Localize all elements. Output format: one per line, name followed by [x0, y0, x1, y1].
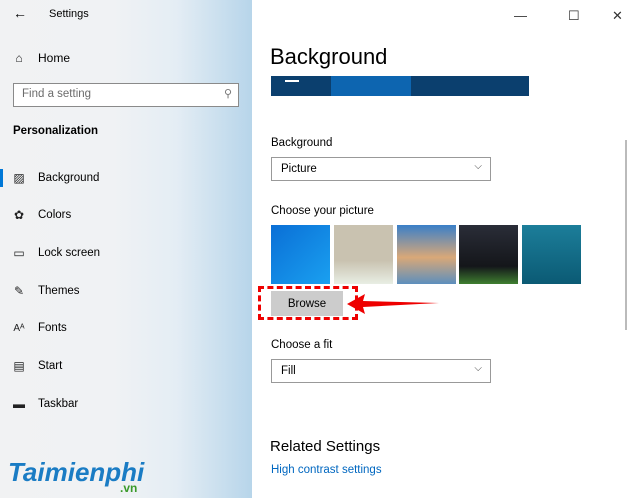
close-button[interactable]: ✕ [612, 8, 623, 24]
sidebar-item-start[interactable]: ▤ Start [0, 351, 252, 381]
sidebar-item-fonts[interactable]: Aᴬ Fonts [0, 313, 252, 343]
sidebar-item-themes[interactable]: ✎ Themes [0, 276, 252, 306]
minimize-button[interactable]: — [514, 8, 527, 23]
search-input[interactable]: Find a setting ⚲ [13, 83, 239, 107]
background-preview [271, 76, 529, 96]
lock-screen-icon: ▭ [13, 246, 25, 260]
picture-thumb-xoem[interactable] [334, 225, 393, 284]
choose-fit-label: Choose a fit [271, 339, 333, 351]
taskbar-icon: ▬ [13, 397, 25, 411]
scrollbar[interactable] [625, 140, 627, 330]
back-arrow-icon[interactable]: ← [13, 5, 27, 21]
palette-icon: ✿ [13, 208, 25, 222]
background-label: Background [271, 137, 333, 149]
sidebar-item-colors[interactable]: ✿ Colors [0, 200, 252, 230]
sidebar-item-lock-screen[interactable]: ▭ Lock screen [0, 238, 252, 268]
picture-icon: ▨ [13, 171, 25, 185]
high-contrast-link[interactable]: High contrast settings [271, 464, 382, 476]
picture-thumb-windows[interactable] [271, 225, 330, 284]
sidebar-item-home[interactable]: ⌂ Home [0, 43, 252, 73]
annotation-highlight [258, 286, 358, 320]
maximize-button[interactable]: ☐ [568, 8, 580, 24]
choose-picture-label: Choose your picture [271, 205, 374, 217]
chevron-down-icon: ⌵ [474, 363, 482, 374]
section-heading: Personalization [13, 125, 98, 137]
sidebar-item-background[interactable]: ▨ Background [0, 163, 252, 193]
page-title: Background [270, 44, 388, 69]
related-settings-heading: Related Settings [270, 438, 381, 455]
picture-thumb-beach[interactable] [397, 225, 456, 284]
background-dropdown[interactable]: Picture ⌵ [271, 157, 491, 181]
annotation-arrow-icon [347, 294, 439, 314]
search-icon: ⚲ [223, 88, 232, 100]
sidebar: ← Settings ⌂ Home Find a setting ⚲ Persona… [0, 0, 252, 498]
home-icon: ⌂ [15, 51, 23, 65]
fit-dropdown[interactable]: Fill ⌵ [271, 359, 491, 383]
window-title: Settings [49, 8, 89, 20]
content-pane: — ☐ ✕ Background Background Picture ⌵ Cho… [252, 0, 630, 498]
themes-icon: ✎ [13, 284, 25, 298]
chevron-down-icon: ⌵ [474, 161, 482, 172]
fonts-icon: Aᴬ [13, 322, 25, 334]
sidebar-item-taskbar[interactable]: ▬ Taskbar [0, 389, 252, 419]
watermark-domain: .vn [120, 481, 138, 495]
picture-thumb-underwater[interactable] [522, 225, 581, 284]
start-icon: ▤ [13, 359, 25, 373]
picture-thumb-night[interactable] [459, 225, 518, 284]
